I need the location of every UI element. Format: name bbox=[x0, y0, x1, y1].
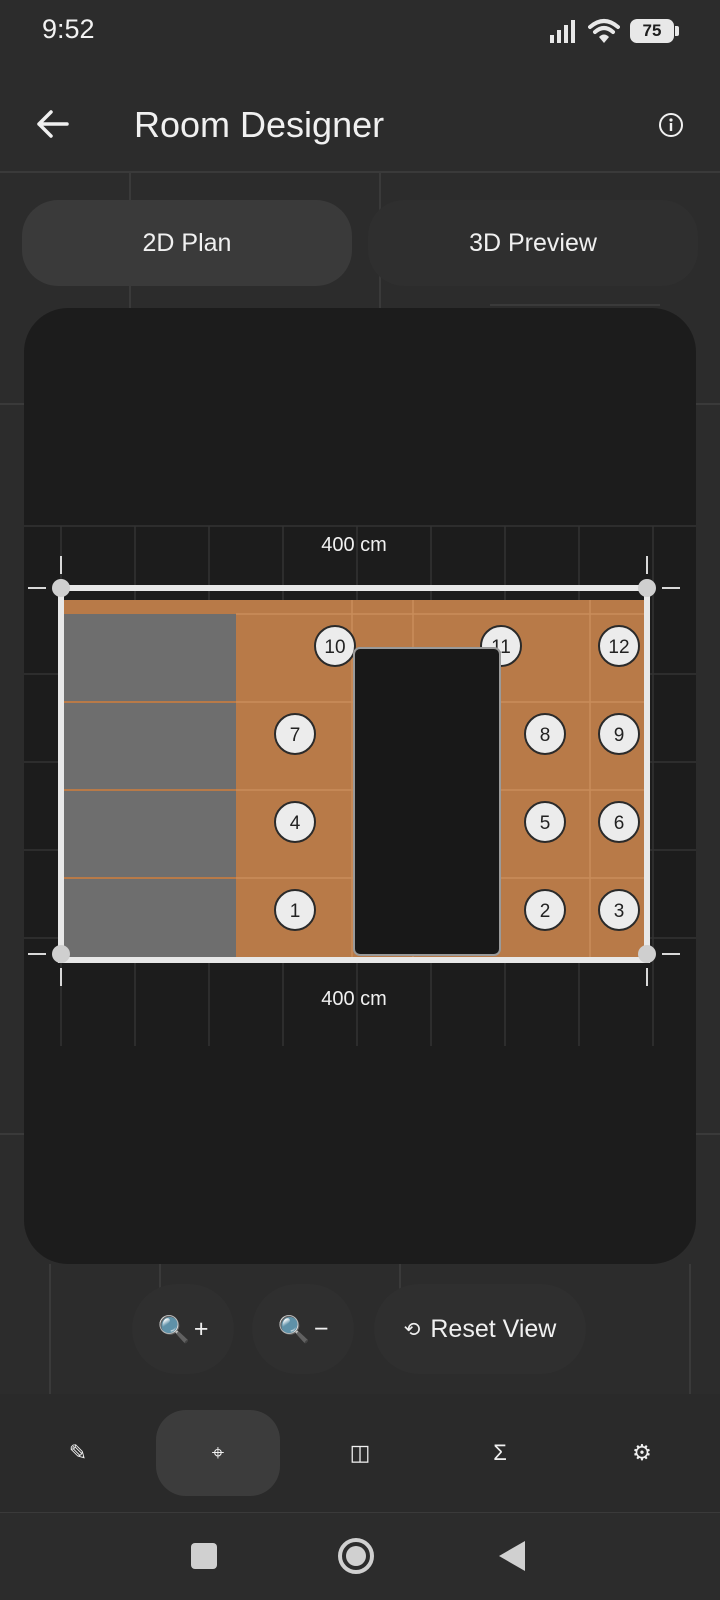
tab-3d-preview[interactable]: 3D Preview bbox=[368, 200, 698, 286]
corner-handle[interactable] bbox=[638, 945, 656, 963]
floor-plan[interactable]: 400 cm 400 cm 1 2 3 4 5 6 7 8 9 10 11 12 bbox=[24, 308, 696, 1264]
info-icon bbox=[659, 113, 683, 137]
storage-block bbox=[64, 791, 236, 877]
seat-marker[interactable]: 2 bbox=[524, 889, 566, 931]
seat-marker[interactable]: 5 bbox=[524, 801, 566, 843]
status-bar: 9:52 75 bbox=[0, 0, 720, 62]
seat-marker[interactable]: 8 bbox=[524, 713, 566, 755]
plan-canvas[interactable]: 400 cm 400 cm 1 2 3 4 5 6 7 8 9 10 11 12 bbox=[24, 308, 696, 1264]
back-button[interactable] bbox=[26, 98, 78, 150]
seat-number: 9 bbox=[614, 725, 625, 746]
storage-block bbox=[64, 614, 236, 701]
seat-marker[interactable]: 3 bbox=[598, 889, 640, 931]
seat-number: 4 bbox=[290, 813, 301, 834]
home-button[interactable] bbox=[334, 1534, 378, 1578]
seat-number: 6 bbox=[614, 813, 625, 834]
nav-item-summary[interactable]: Σ bbox=[438, 1410, 562, 1496]
page-title: Room Designer bbox=[134, 104, 385, 145]
bottom-nav: ✎ ⌖ ◫ Σ ⚙ bbox=[0, 1394, 720, 1512]
signal-icon bbox=[550, 20, 575, 43]
back-nav-button[interactable] bbox=[494, 1538, 530, 1574]
reset-icon: ⟲ bbox=[403, 1318, 421, 1341]
magnifier-icon: 🔍 bbox=[157, 1313, 190, 1344]
system-nav-bar bbox=[0, 1512, 720, 1600]
seat-number: 10 bbox=[324, 637, 345, 658]
crosshair-icon: ⌖ bbox=[211, 1440, 225, 1465]
tab-3d-preview-label: 3D Preview bbox=[469, 228, 597, 257]
selected-object[interactable] bbox=[353, 647, 501, 956]
tab-2d-plan[interactable]: 2D Plan bbox=[22, 200, 352, 286]
zoom-in-symbol: + bbox=[193, 1314, 209, 1343]
seat-marker[interactable]: 7 bbox=[274, 713, 316, 755]
dimension-label-top: 400 cm bbox=[321, 534, 387, 556]
battery-level: 75 bbox=[642, 21, 662, 40]
triangle-back-icon bbox=[499, 1541, 525, 1571]
seat-number: 7 bbox=[290, 725, 301, 746]
storage-block bbox=[64, 879, 236, 959]
dimension-label-bottom: 400 cm bbox=[321, 988, 387, 1010]
arrow-left-icon bbox=[37, 110, 69, 138]
info-button[interactable] bbox=[652, 106, 690, 144]
seat-marker[interactable]: 10 bbox=[314, 625, 356, 667]
seat-number: 1 bbox=[290, 901, 301, 922]
seat-marker[interactable]: 12 bbox=[598, 625, 640, 667]
zoom-in-button[interactable]: 🔍 + bbox=[132, 1284, 234, 1374]
home-circle-icon bbox=[338, 1538, 374, 1574]
seat-number: 12 bbox=[608, 637, 629, 658]
zoom-out-symbol: − bbox=[313, 1314, 329, 1343]
corner-handle[interactable] bbox=[638, 579, 656, 597]
wifi-icon bbox=[588, 19, 620, 43]
reset-view-label: Reset View bbox=[430, 1314, 557, 1343]
battery-icon: 75 bbox=[630, 19, 679, 43]
nav-item-draw[interactable]: ✎ bbox=[16, 1410, 140, 1496]
seat-marker[interactable]: 4 bbox=[274, 801, 316, 843]
seat-number: 5 bbox=[540, 813, 551, 834]
gear-icon: ⚙ bbox=[632, 1440, 652, 1465]
seat-number: 8 bbox=[540, 725, 551, 746]
seat-marker[interactable]: 6 bbox=[598, 801, 640, 843]
seat-marker[interactable]: 9 bbox=[598, 713, 640, 755]
storage-blocks bbox=[64, 614, 236, 959]
status-time: 9:52 bbox=[42, 14, 95, 44]
app-bar: Room Designer bbox=[0, 82, 720, 172]
corner-handle[interactable] bbox=[52, 579, 70, 597]
sigma-icon: Σ bbox=[493, 1440, 507, 1465]
storage-block bbox=[64, 703, 236, 789]
split-view-icon: ◫ bbox=[349, 1440, 371, 1465]
seat-marker[interactable]: 1 bbox=[274, 889, 316, 931]
status-icons: 75 bbox=[548, 16, 679, 46]
seat-number: 2 bbox=[540, 901, 551, 922]
reset-view-button[interactable]: ⟲ Reset View bbox=[374, 1284, 586, 1374]
nav-item-locate[interactable]: ⌖ bbox=[156, 1410, 280, 1496]
square-icon bbox=[191, 1543, 217, 1569]
pencil-icon: ✎ bbox=[68, 1440, 88, 1465]
recents-button[interactable] bbox=[186, 1538, 222, 1574]
nav-item-split-view[interactable]: ◫ bbox=[298, 1410, 422, 1496]
corner-handle[interactable] bbox=[52, 945, 70, 963]
tab-2d-plan-label: 2D Plan bbox=[142, 228, 232, 257]
zoom-out-button[interactable]: 🔍 − bbox=[252, 1284, 354, 1374]
seat-number: 3 bbox=[614, 901, 625, 922]
magnifier-icon: 🔍 bbox=[277, 1313, 310, 1344]
nav-item-settings[interactable]: ⚙ bbox=[580, 1410, 704, 1496]
